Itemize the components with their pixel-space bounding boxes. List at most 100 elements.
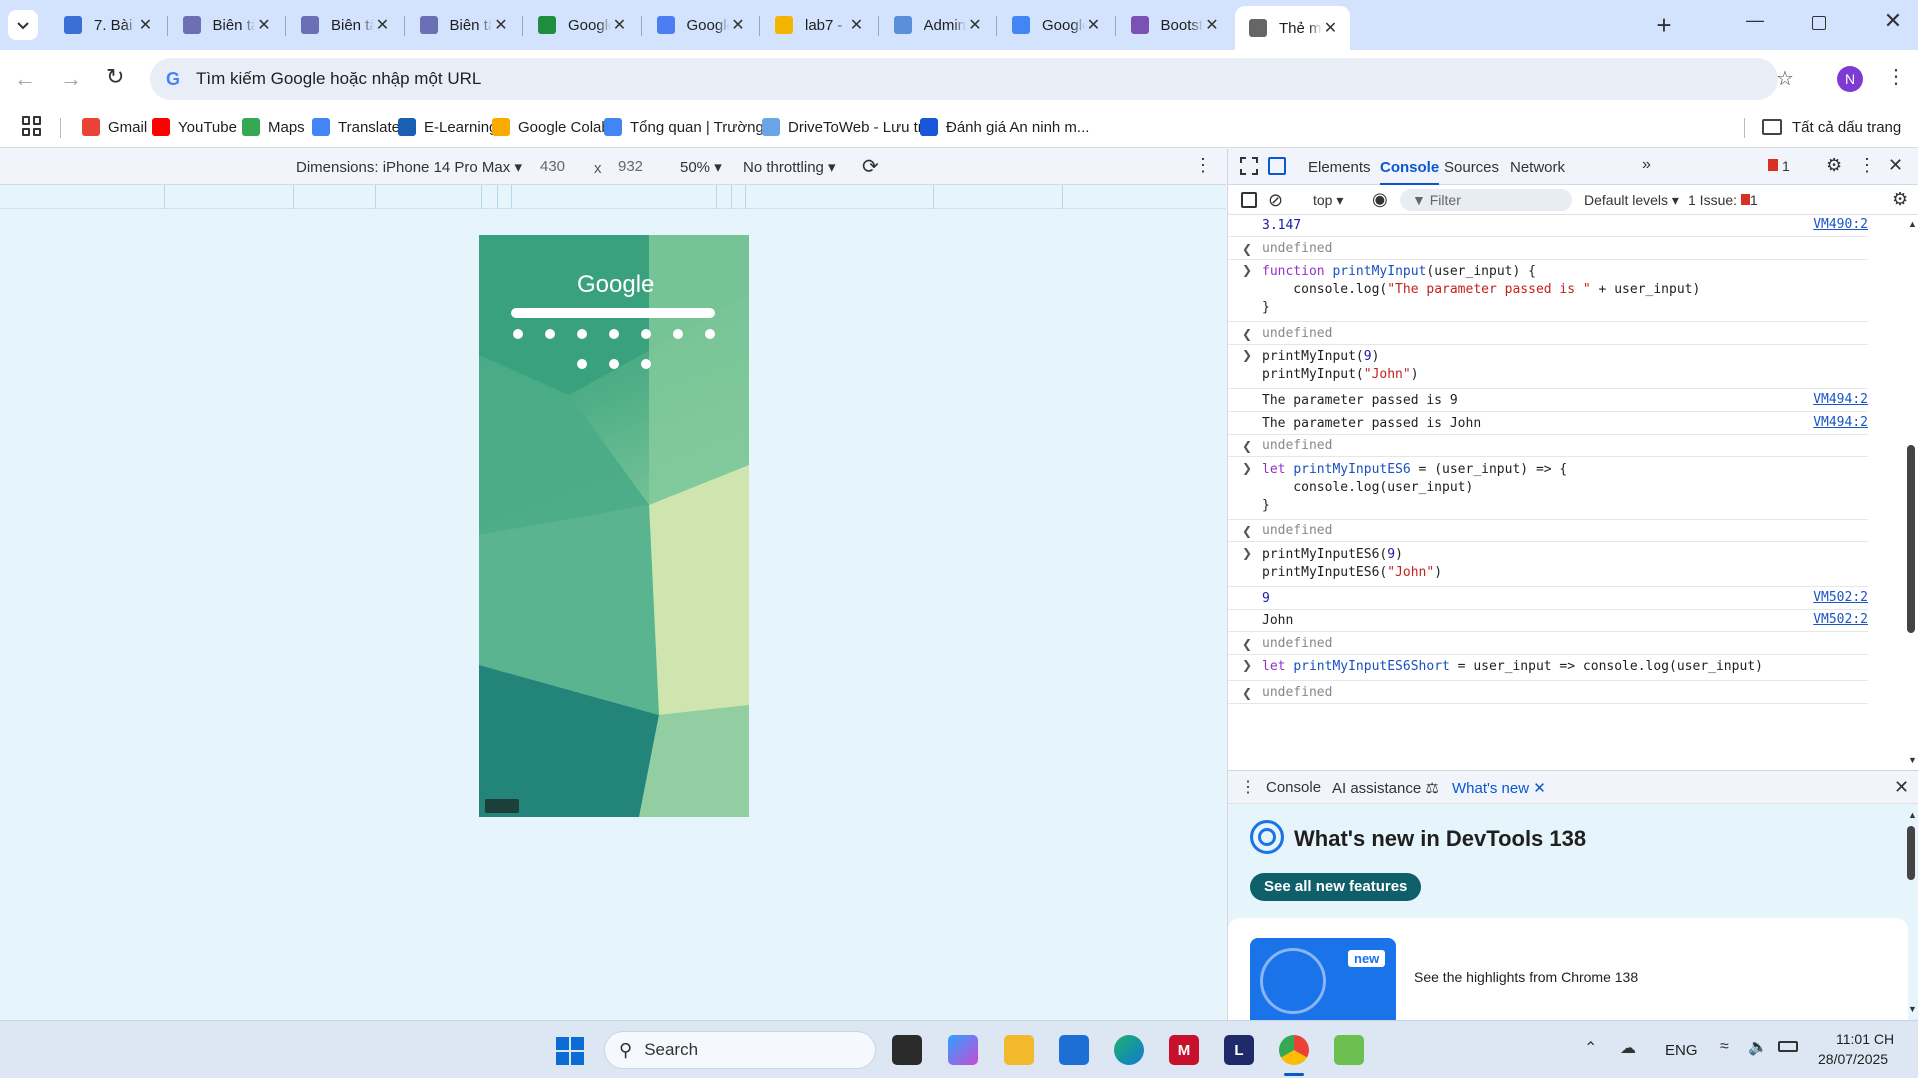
close-tab-icon[interactable]: ✕ bbox=[729, 15, 747, 35]
devtools-tab-console[interactable]: Console bbox=[1380, 159, 1440, 185]
close-tab-icon[interactable]: ✕ bbox=[1322, 18, 1340, 38]
close-tab-icon[interactable]: ✕ bbox=[1203, 15, 1221, 35]
forward-button[interactable]: → bbox=[60, 66, 82, 92]
bookmark-item[interactable]: YouTube bbox=[152, 114, 237, 140]
close-devtools-icon[interactable]: ✕ bbox=[1888, 155, 1903, 176]
show-hidden-icons[interactable]: ⌃ bbox=[1584, 1038, 1597, 1058]
browser-tab[interactable]: Biên tập✕ bbox=[287, 8, 402, 42]
mcafee-icon[interactable]: M bbox=[1169, 1035, 1199, 1065]
inspect-element-icon[interactable] bbox=[1240, 157, 1258, 175]
source-link[interactable]: VM502:2 bbox=[1813, 612, 1868, 627]
sidebar-toggle-icon[interactable] bbox=[1241, 192, 1257, 208]
all-bookmarks-button[interactable]: Tất cả dấu trang bbox=[1762, 114, 1901, 140]
more-menu-icon[interactable]: ⋮ bbox=[1886, 64, 1906, 89]
device-dimensions-select[interactable]: Dimensions: iPhone 14 Pro Max ▾ bbox=[296, 158, 522, 176]
source-link[interactable]: VM494:2 bbox=[1813, 392, 1868, 407]
file-explorer-icon[interactable] bbox=[1004, 1035, 1034, 1065]
clear-console-icon[interactable]: ⊘ bbox=[1268, 190, 1283, 211]
close-tab-icon[interactable]: ✕ bbox=[611, 15, 629, 35]
console-scrollbar[interactable]: ▲ ▼ bbox=[1906, 215, 1917, 770]
browser-tab[interactable]: Thẻ mới✕ bbox=[1235, 6, 1350, 50]
source-link[interactable]: VM490:2 bbox=[1813, 217, 1868, 232]
close-tab-icon[interactable]: ✕ bbox=[966, 15, 984, 35]
issues-badge[interactable]: 1 bbox=[1768, 158, 1790, 174]
bookmark-item[interactable]: Google Colab bbox=[492, 114, 610, 140]
task-view-icon[interactable] bbox=[892, 1035, 922, 1065]
log-levels-select[interactable]: Default levels ▾ bbox=[1584, 192, 1679, 209]
bookmark-item[interactable]: DriveToWeb - Lưu tr... bbox=[762, 114, 934, 140]
more-tabs-icon[interactable]: » bbox=[1642, 156, 1651, 174]
live-expression-eye-icon[interactable]: ◉ bbox=[1372, 189, 1388, 210]
source-link[interactable]: VM502:2 bbox=[1813, 590, 1868, 605]
drawer-scrollbar[interactable]: ▲ ▼ bbox=[1906, 804, 1917, 1020]
browser-tab[interactable]: Biên tập✕ bbox=[406, 8, 521, 42]
back-button[interactable]: ← bbox=[14, 66, 36, 92]
browser-tab[interactable]: Admin C✕ bbox=[880, 8, 995, 42]
zoom-select[interactable]: 50% ▾ bbox=[680, 158, 722, 176]
browser-tab[interactable]: Google G✕ bbox=[643, 8, 758, 42]
device-screen-preview[interactable]: Google bbox=[479, 235, 749, 817]
bookmark-star-icon[interactable]: ☆ bbox=[1776, 66, 1794, 91]
source-link[interactable]: VM494:2 bbox=[1813, 415, 1868, 430]
onedrive-cloud-icon[interactable]: ☁ bbox=[1620, 1038, 1636, 1058]
close-window-button[interactable]: ✕ bbox=[1878, 8, 1908, 38]
devtools-tab-network[interactable]: Network bbox=[1510, 159, 1565, 176]
reload-button[interactable]: ↻ bbox=[106, 64, 124, 90]
bookmark-item[interactable]: Maps bbox=[242, 114, 305, 140]
apps-grid-icon[interactable] bbox=[22, 116, 42, 136]
browser-tab[interactable]: Google D✕ bbox=[524, 8, 639, 42]
console-settings-icon[interactable]: ⚙ bbox=[1892, 189, 1908, 210]
devtools-tab-elements[interactable]: Elements bbox=[1308, 159, 1371, 176]
close-tab-icon[interactable]: ✕ bbox=[137, 15, 155, 35]
rotate-icon[interactable]: ⟳ bbox=[862, 154, 879, 179]
chrome-taskbar-icon[interactable] bbox=[1279, 1035, 1309, 1065]
browser-tab[interactable]: Biên tập✕ bbox=[169, 8, 284, 42]
close-drawer-icon[interactable]: ✕ bbox=[1894, 777, 1909, 798]
volume-icon[interactable]: 🔈 bbox=[1748, 1037, 1768, 1057]
restore-button[interactable] bbox=[1812, 16, 1826, 30]
omnibox[interactable]: G Tìm kiếm Google hoặc nhập một URL bbox=[150, 58, 1778, 100]
l-app-icon[interactable]: L bbox=[1224, 1035, 1254, 1065]
close-tab-icon[interactable]: ✕ bbox=[1085, 15, 1103, 35]
close-tab-icon[interactable]: ✕ bbox=[255, 15, 273, 35]
language-indicator[interactable]: ENG bbox=[1665, 1042, 1698, 1059]
devtools-tab-sources[interactable]: Sources bbox=[1444, 159, 1499, 176]
browser-tab[interactable]: lab7 - Go✕ bbox=[761, 8, 876, 42]
device-width-input[interactable]: 430 bbox=[540, 158, 565, 175]
device-height-input[interactable]: 932 bbox=[618, 158, 643, 175]
taskbar-search[interactable]: ⚲ Search bbox=[604, 1031, 876, 1069]
new-tab-button[interactable]: + bbox=[1650, 12, 1678, 40]
tab-search-button[interactable] bbox=[8, 10, 38, 40]
bookmark-item[interactable]: Gmail bbox=[82, 114, 147, 140]
close-tab-icon[interactable]: ✕ bbox=[374, 15, 392, 35]
context-select[interactable]: top ▾ bbox=[1313, 192, 1343, 209]
throttling-select[interactable]: No throttling ▾ bbox=[743, 158, 836, 176]
bookmark-item[interactable]: Tổng quan | Trường... bbox=[604, 114, 776, 140]
bookmark-item[interactable]: Translate bbox=[312, 114, 400, 140]
drawer-tab-ai-assistance[interactable]: AI assistance ⚖ bbox=[1332, 779, 1439, 797]
bookmark-item[interactable]: E-Learning bbox=[398, 114, 497, 140]
browser-tab[interactable]: Bootstra✕ bbox=[1117, 8, 1232, 42]
browser-tab[interactable]: 7. Bài tập✕ bbox=[50, 8, 165, 42]
settings-gear-icon[interactable]: ⚙ bbox=[1826, 155, 1842, 176]
start-windows-icon[interactable] bbox=[556, 1037, 584, 1065]
minimize-button[interactable]: — bbox=[1735, 10, 1775, 40]
device-toggle-icon[interactable] bbox=[1268, 157, 1286, 175]
copilot-icon[interactable] bbox=[948, 1035, 978, 1065]
clock-time[interactable]: 11:01 CH bbox=[1836, 1031, 1894, 1047]
see-all-features-button[interactable]: See all new features bbox=[1250, 873, 1422, 901]
profile-avatar[interactable]: N bbox=[1837, 66, 1863, 92]
issues-counter[interactable]: 1 Issue: 1 bbox=[1688, 192, 1758, 208]
clock-date[interactable]: 28/07/2025 bbox=[1818, 1051, 1888, 1067]
devtools-more-icon[interactable]: ⋮ bbox=[1858, 155, 1876, 176]
close-tab-icon[interactable]: ✕ bbox=[492, 15, 510, 35]
notepad-icon[interactable] bbox=[1334, 1035, 1364, 1065]
microsoft-store-icon[interactable] bbox=[1059, 1035, 1089, 1065]
bookmark-item[interactable]: Đánh giá An ninh m... bbox=[920, 114, 1089, 140]
drawer-tab-whats-new[interactable]: What's new ✕ bbox=[1442, 779, 1556, 806]
battery-icon[interactable] bbox=[1778, 1041, 1798, 1052]
drawer-menu-icon[interactable]: ⋮ bbox=[1240, 777, 1256, 797]
wifi-icon[interactable]: ≈ bbox=[1720, 1038, 1729, 1056]
console-filter-input[interactable]: ▼ Filter bbox=[1400, 189, 1572, 211]
device-more-icon[interactable]: ⋮ bbox=[1194, 155, 1212, 176]
